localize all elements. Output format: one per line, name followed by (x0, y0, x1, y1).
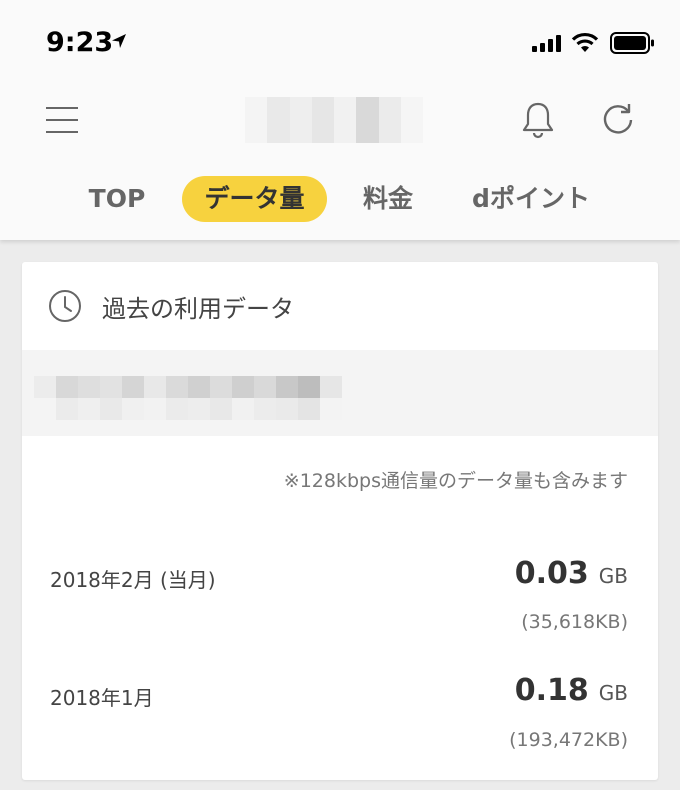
hamburger-menu-icon[interactable] (46, 107, 78, 133)
usage-unit: GB (598, 681, 628, 705)
status-bar: 9:23 (0, 0, 680, 80)
usage-kb: (35,618KB) (521, 611, 628, 633)
battery-icon (610, 32, 654, 54)
location-arrow-icon (112, 34, 126, 48)
app-header: 9:23 TOP データ量 料金 dポイント (0, 0, 680, 240)
tab-charges[interactable]: 料金 (352, 176, 424, 222)
usage-amount: 0.03 (514, 556, 589, 591)
card-header: 過去の利用データ (48, 288, 294, 324)
entry-usage-value: 0.18 GB (515, 673, 628, 708)
status-time: 9:23 (46, 27, 114, 58)
tab-bar: TOP データ量 料金 dポイント (0, 174, 680, 224)
clock-icon (49, 290, 81, 322)
card-title: 過去の利用データ (102, 294, 294, 323)
entry-month-label: 2018年1月 (50, 686, 154, 710)
tab-d-point[interactable]: dポイント (462, 176, 600, 222)
redacted-info (22, 350, 658, 436)
tab-data-usage[interactable]: データ量 (182, 176, 327, 222)
usage-amount: 0.18 (514, 673, 589, 708)
usage-note: ※128kbps通信量のデータ量も含みます (283, 470, 628, 492)
nav-bar (0, 85, 680, 155)
usage-kb: (193,472KB) (509, 729, 628, 751)
refresh-icon[interactable] (600, 102, 636, 138)
redacted-title (245, 97, 423, 143)
signal-icon (532, 34, 561, 52)
entry-month-label: 2018年2月 (当月) (50, 568, 216, 592)
past-usage-card: 過去の利用データ ※128kbps通信量のデータ量も含みます 2018年2月 (… (22, 262, 658, 780)
entry-usage-value: 0.03 GB (515, 556, 628, 591)
bell-icon[interactable] (520, 100, 556, 140)
usage-unit: GB (598, 564, 628, 588)
wifi-icon (571, 32, 599, 52)
tab-top[interactable]: TOP (78, 176, 156, 222)
